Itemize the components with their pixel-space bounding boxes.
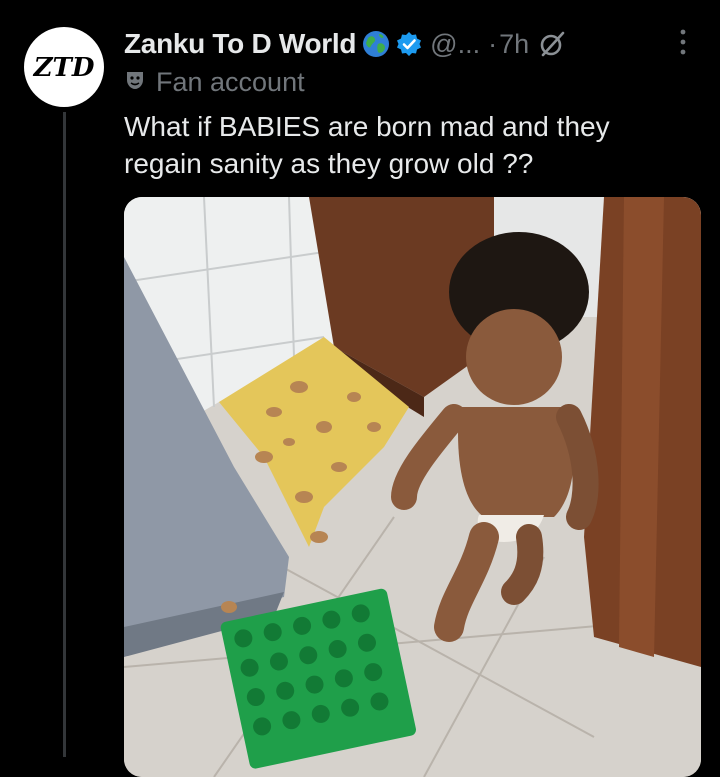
globe-emoji-icon (362, 30, 390, 58)
profile-avatar[interactable]: ZTD (24, 27, 104, 107)
tweet-media-photo[interactable] (124, 197, 701, 777)
svg-text:ZTD: ZTD (33, 53, 95, 83)
fan-account-label: Fan account (124, 64, 305, 100)
photo-illustration (124, 197, 701, 777)
tweet-text: What if BABIES are born mad and they reg… (124, 111, 610, 179)
fan-account-text: Fan account (156, 66, 305, 97)
display-name[interactable]: Zanku To D World (124, 28, 356, 60)
user-handle[interactable]: @... (430, 29, 480, 60)
more-options-icon[interactable] (678, 28, 688, 56)
separator-dot: · (488, 28, 498, 59)
avatar-logo: ZTD (33, 53, 95, 83)
thread-line (63, 112, 66, 757)
grok-icon[interactable] (539, 31, 565, 57)
verified-badge-icon (396, 31, 422, 57)
fan-account-mask-icon (124, 69, 146, 96)
tweet-header: Zanku To D World @... · 7h (124, 22, 700, 66)
tweet-timestamp[interactable]: 7h (499, 29, 529, 60)
